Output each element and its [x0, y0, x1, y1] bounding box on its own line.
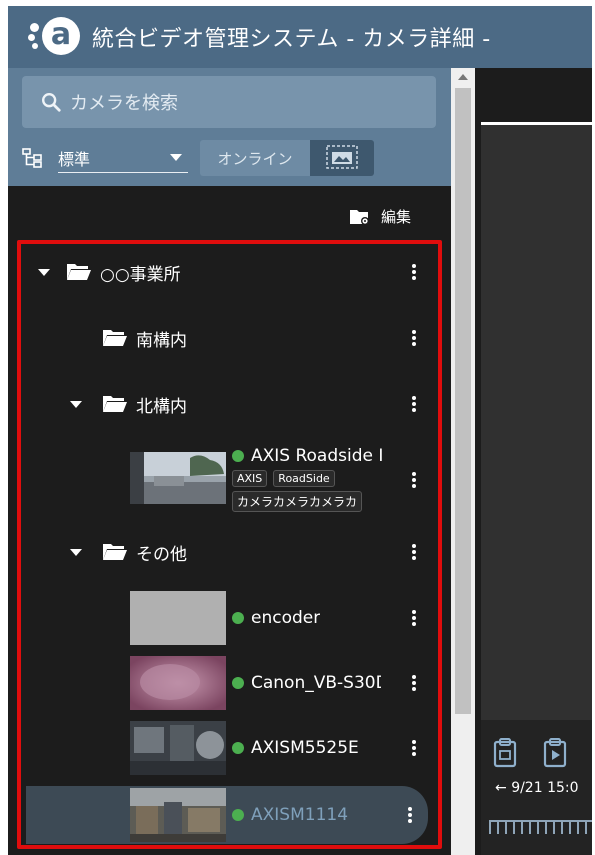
highlight-box: [17, 240, 442, 849]
app-header: a 統合ビデオ管理システム - カメラ詳細 -: [8, 6, 592, 68]
playback-controls: ← 9/21 15:0: [481, 720, 592, 855]
time-label-row: ← 9/21 15:0: [495, 780, 579, 796]
page-title: 統合ビデオ管理システム - カメラ詳細 -: [92, 27, 491, 52]
video-view: [481, 122, 592, 772]
online-filter-button[interactable]: オンライン: [200, 140, 310, 176]
app-logo: a: [28, 15, 82, 59]
view-controls: 標準 オンライン: [22, 138, 436, 178]
arrow-left-icon[interactable]: ←: [495, 780, 507, 796]
search-placeholder: カメラを検索: [70, 93, 178, 114]
chevron-down-icon: [170, 154, 182, 161]
camera-list-controls: カメラを検索 標準 オンライン: [8, 68, 451, 186]
thumbnail-toggle-button[interactable]: [310, 140, 374, 176]
scrollbar-thumb[interactable]: [455, 88, 471, 714]
search-icon: [42, 93, 61, 112]
clipboard-icon[interactable]: [489, 736, 523, 770]
view-select-value: 標準: [58, 149, 91, 169]
filter-toggle-group: オンライン: [200, 140, 374, 176]
scrollbar[interactable]: [451, 68, 475, 855]
timeline-time: 9/21 15:0: [511, 780, 579, 796]
search-input[interactable]: カメラを検索: [22, 76, 436, 128]
edit-button[interactable]: 編集: [349, 206, 411, 227]
image-icon: [326, 145, 358, 169]
view-select[interactable]: 標準: [58, 143, 188, 173]
clipboard-play-icon[interactable]: [539, 736, 573, 770]
edit-label: 編集: [380, 208, 411, 226]
timeline-ruler[interactable]: [489, 820, 592, 834]
camera-detail-panel: ← 9/21 15:0: [475, 68, 592, 855]
scroll-up-icon[interactable]: [458, 74, 468, 80]
tree-view-icon: [22, 148, 42, 168]
folder-settings-icon: [349, 209, 369, 225]
